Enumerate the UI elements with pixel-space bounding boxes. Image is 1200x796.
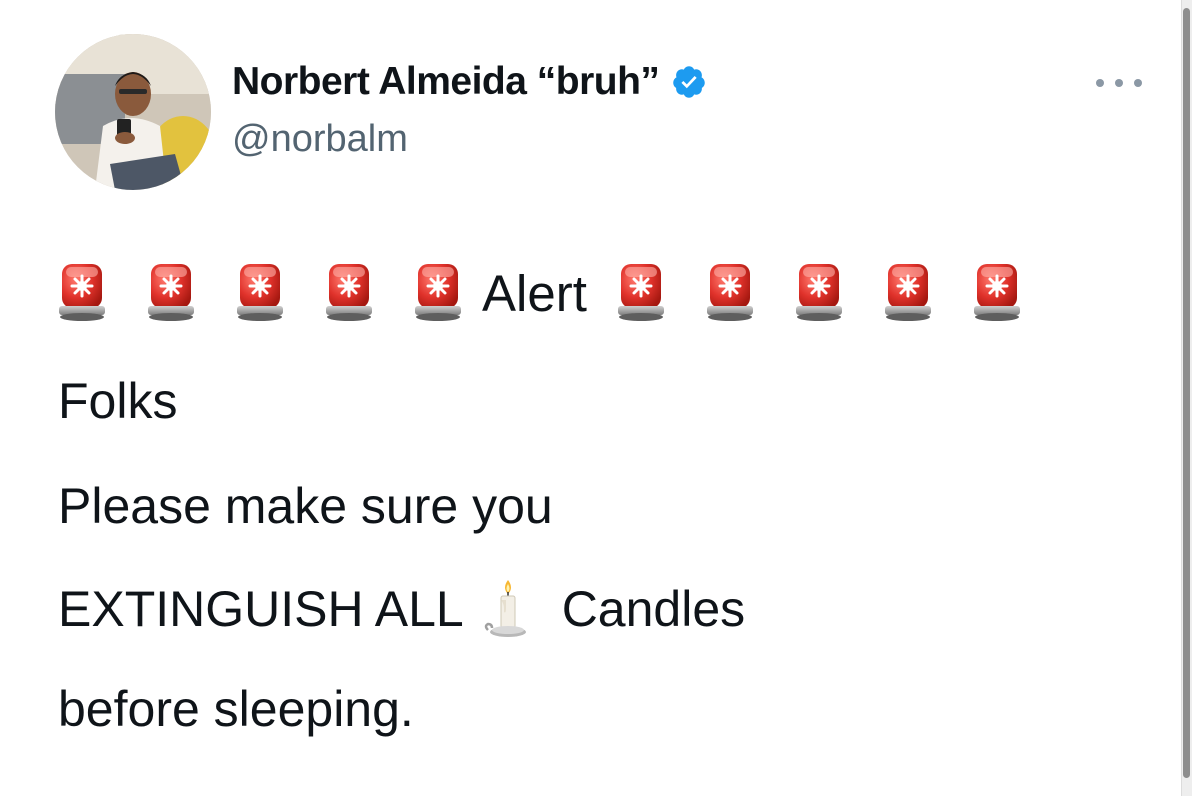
police-light-emoji-icon [795,262,843,324]
more-dot-icon [1096,79,1104,87]
tweet-text-line: Folks [58,373,178,429]
police-light-emoji-icon [884,262,932,324]
more-dot-icon [1115,79,1123,87]
scrollbar[interactable] [1181,0,1192,796]
author-name-row[interactable]: Norbert Almeida “bruh” [232,60,707,104]
police-light-emoji-icon [236,262,284,324]
extinguish-text: EXTINGUISH ALL [58,581,464,637]
alert-text: Alert [482,264,587,322]
more-dot-icon [1134,79,1142,87]
verified-badge-icon [673,66,706,98]
alert-line: Alert [58,262,1021,324]
scrollbar-thumb[interactable] [1183,8,1190,778]
profile-photo-icon [55,34,211,190]
police-light-emoji-icon [414,262,462,324]
police-light-emoji-icon [325,262,373,324]
tweet-card: Norbert Almeida “bruh” @norbalm Alert Fo… [0,0,1200,796]
tweet-text-line: before sleeping. [58,681,414,737]
more-options-button[interactable] [1096,70,1142,96]
user-handle[interactable]: @norbalm [232,118,408,161]
candle-emoji-icon [484,580,526,637]
candles-text: Candles [561,581,746,637]
display-name[interactable]: Norbert Almeida “bruh” [232,60,660,104]
police-light-emoji-icon [973,262,1021,324]
tweet-text-line: Please make sure you [58,478,553,534]
avatar[interactable] [55,34,211,190]
police-light-emoji-icon [58,262,106,324]
police-light-emoji-icon [706,262,754,324]
police-light-emoji-icon [147,262,195,324]
tweet-text-line: EXTINGUISH ALL Candles [58,578,745,640]
police-light-emoji-icon [617,262,665,324]
